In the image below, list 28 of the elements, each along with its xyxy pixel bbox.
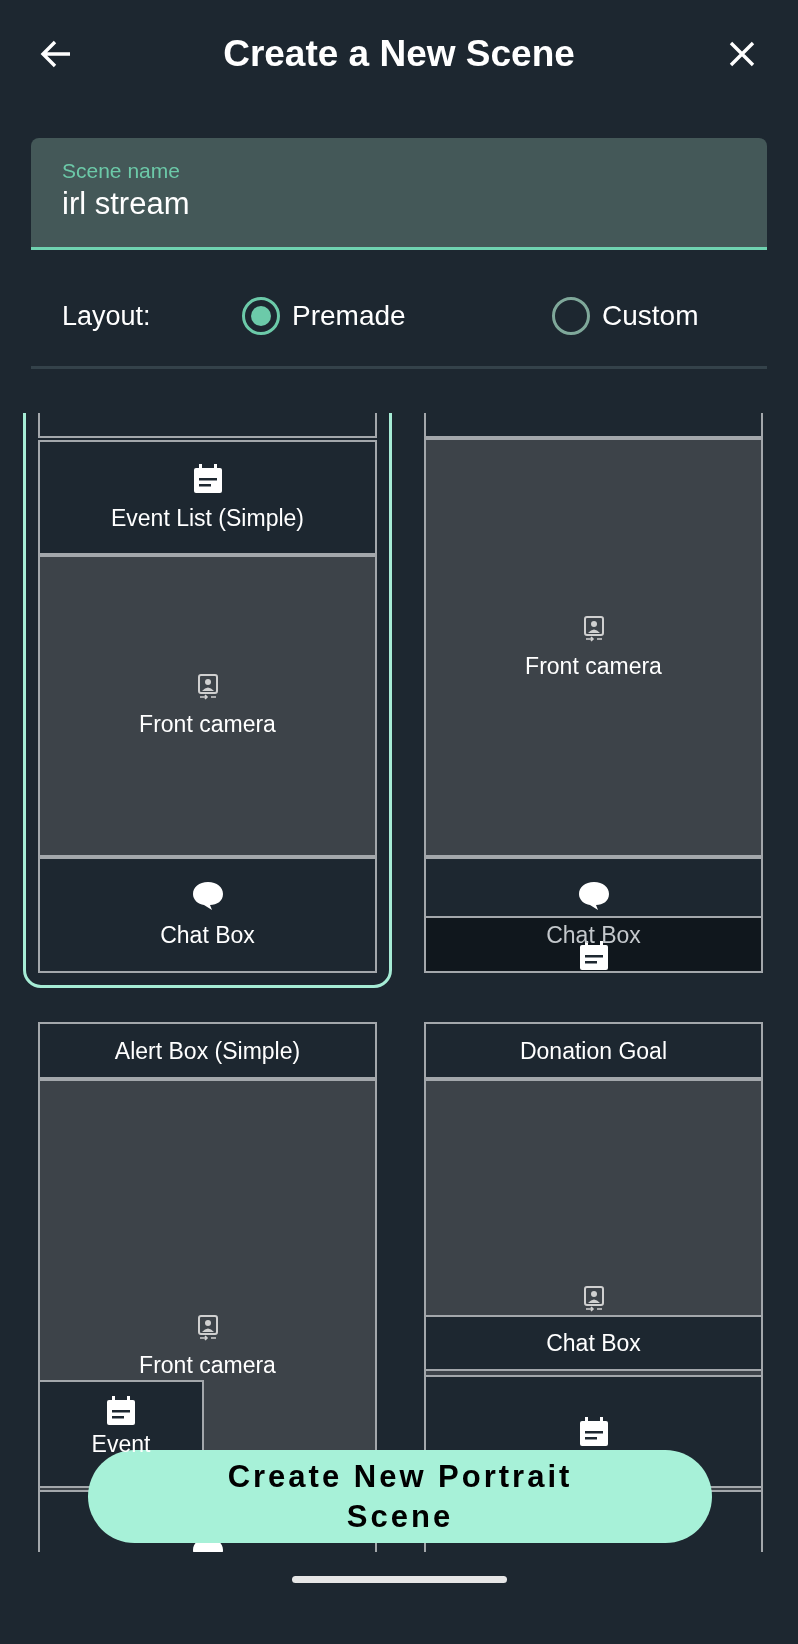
- dialog-title: Create a New Scene: [223, 32, 575, 77]
- field-value: irl stream: [62, 185, 191, 223]
- region-label: Chat Box: [546, 921, 641, 949]
- field-label: Scene name: [62, 158, 181, 184]
- chat-bubble-icon: [191, 881, 224, 911]
- region-label: Chat Box: [160, 921, 255, 949]
- region-label: Front camera: [139, 1350, 276, 1379]
- back-arrow-icon: [40, 40, 72, 68]
- region-label: Donation Goal: [519, 1036, 667, 1065]
- region-label: Alert Box (Simple): [114, 1036, 301, 1065]
- camera-icon: [583, 615, 604, 642]
- calendar-icon: [578, 1416, 609, 1447]
- region-label: Front camera: [525, 651, 662, 680]
- calendar-icon: [578, 941, 609, 971]
- camera-icon: [197, 674, 218, 700]
- calendar-icon: [192, 463, 223, 494]
- layout-label: Layout:: [62, 299, 152, 333]
- camera-icon: [583, 1286, 604, 1312]
- scene-name-field[interactable]: Scene name irl stream: [31, 138, 767, 250]
- region-label: Chat Box: [546, 1329, 641, 1357]
- region-label: Event List (Simple): [111, 503, 304, 532]
- calendar-icon: [106, 1396, 136, 1426]
- region-label: Front camera: [139, 710, 276, 738]
- radio-option[interactable]: Premade: [242, 295, 552, 337]
- chat-bubble-icon: [577, 881, 610, 911]
- close-icon: [728, 40, 756, 68]
- camera-icon: [197, 1314, 218, 1341]
- radio-option[interactable]: Custom: [552, 295, 699, 337]
